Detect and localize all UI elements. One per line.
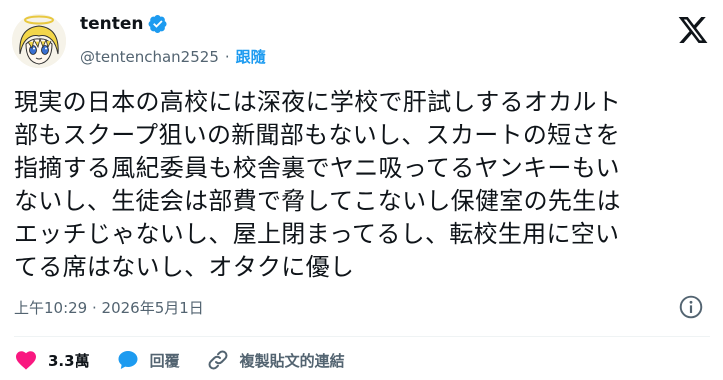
author-handle-row: @tentenchan2525 · 跟隨 xyxy=(80,46,266,67)
author-display-name[interactable]: tenten xyxy=(80,14,168,34)
follow-button[interactable]: 跟隨 xyxy=(236,46,266,67)
author-handle[interactable]: @tentenchan2525 xyxy=(80,48,219,66)
speech-bubble-icon xyxy=(118,351,138,369)
avatar-image xyxy=(12,14,66,68)
tweet-text: 現実の日本の高校には深夜に学校で肝試しするオカルト 部もスクープ狙いの新聞部もな… xyxy=(14,88,622,281)
copy-link-label: 複製貼文的連結 xyxy=(239,351,345,370)
x-logo-icon[interactable] xyxy=(677,14,709,46)
action-bar: 3.3萬 回覆 複製貼文的連結 xyxy=(14,346,371,374)
like-count: 3.3萬 xyxy=(48,351,90,370)
copy-link-button[interactable]: 複製貼文的連結 xyxy=(206,348,345,372)
tweet-timestamp[interactable]: 上午10:29 · 2026年5月1日 xyxy=(14,297,204,318)
heart-icon xyxy=(16,351,36,370)
timestamp-row: 上午10:29 · 2026年5月1日 xyxy=(14,294,710,320)
link-icon xyxy=(208,350,228,370)
divider xyxy=(14,336,710,337)
separator-dot: · xyxy=(224,47,230,66)
verified-badge-icon xyxy=(148,14,168,34)
avatar[interactable] xyxy=(12,14,66,68)
reply-button[interactable]: 回覆 xyxy=(116,348,180,372)
tweet-card: tenten @tentenchan2525 · 跟隨 現実の日本の高校には深夜… xyxy=(0,0,723,380)
info-icon[interactable] xyxy=(678,294,704,320)
reply-label: 回覆 xyxy=(149,351,180,370)
display-name-text: tenten xyxy=(80,14,144,34)
like-button[interactable]: 3.3萬 xyxy=(14,348,90,372)
